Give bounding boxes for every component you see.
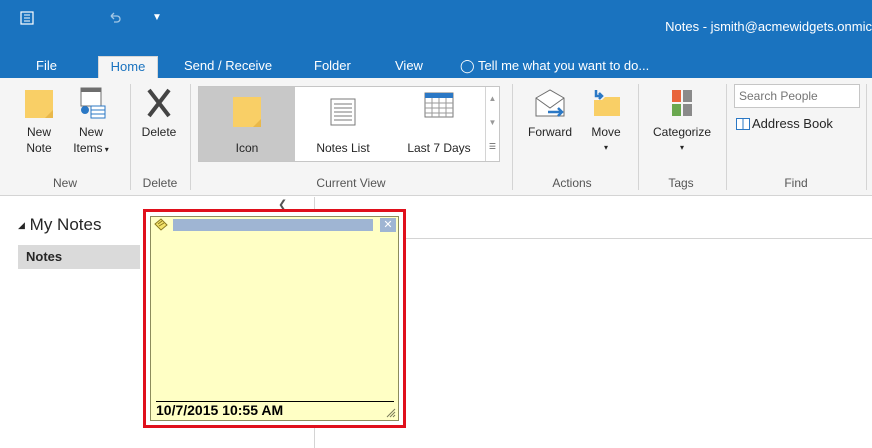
customize-icon[interactable]: ▼ <box>152 11 162 25</box>
gallery-scroll: ▲ ▼ ☰ <box>485 87 499 161</box>
address-book-icon <box>736 118 750 130</box>
view-icon-option[interactable]: Icon <box>199 87 295 161</box>
note-menu-icon[interactable] <box>153 218 169 232</box>
tab-send-receive[interactable]: Send / Receive <box>176 56 280 78</box>
window-title: Notes - jsmith@acmewidgets.onmic <box>665 19 872 34</box>
tab-view[interactable]: View <box>387 56 431 78</box>
categorize-icon <box>672 90 692 116</box>
sticky-note-icon <box>25 90 53 118</box>
forward-icon <box>535 89 565 117</box>
gallery-more-icon[interactable]: ☰ <box>486 135 499 159</box>
ribbon: New Note New Items ▾ New Delete Delete I… <box>0 78 872 196</box>
delete-button[interactable]: Delete <box>134 86 184 140</box>
view-last-7-days-label: Last 7 Days <box>407 141 471 155</box>
sticky-note-icon <box>233 97 261 127</box>
group-separator <box>130 84 131 190</box>
view-notes-list-label: Notes List <box>316 141 370 155</box>
group-separator <box>866 84 867 190</box>
sticky-note[interactable]: ✕ 10/7/2015 10:55 AM <box>150 216 399 421</box>
group-separator <box>726 84 727 190</box>
view-notes-list-option[interactable]: Notes List <box>295 87 391 161</box>
tab-home[interactable]: Home <box>98 56 158 78</box>
title-bar: ▼ Notes - jsmith@acmewidgets.onmic <box>0 0 872 52</box>
delete-x-icon <box>147 88 171 118</box>
undo-icon[interactable] <box>108 11 122 28</box>
tell-me-label: Tell me what you want to do... <box>477 58 650 73</box>
current-view-gallery: Icon Notes List Last 7 Days ▲ ▼ ☰ <box>198 86 500 162</box>
lightbulb-icon: ◯ <box>460 58 475 73</box>
note-highlight-frame: ✕ 10/7/2015 10:55 AM <box>143 209 406 428</box>
group-separator <box>190 84 191 190</box>
gallery-down-icon[interactable]: ▼ <box>486 111 499 135</box>
nav-item-notes[interactable]: Notes <box>18 245 140 269</box>
group-label-current-view: Current View <box>316 176 386 190</box>
move-folder-icon <box>594 90 620 116</box>
note-title-bar[interactable]: ✕ <box>151 217 398 233</box>
app-icon[interactable] <box>20 11 34 28</box>
group-label-new: New <box>52 176 77 190</box>
ribbon-tabs: File Home Send / Receive Folder View ◯ T… <box>0 52 872 78</box>
close-icon[interactable]: ✕ <box>380 218 396 232</box>
move-label: Move <box>591 125 621 139</box>
collapse-triangle-icon[interactable]: ◢ <box>18 220 25 230</box>
my-notes-header[interactable]: ◢ My Notes <box>18 215 101 235</box>
dropdown-arrow-icon: ▾ <box>679 143 684 152</box>
new-items-label-1: New <box>78 125 103 139</box>
address-book-label: Address Book <box>752 116 833 131</box>
tell-me-box[interactable]: ◯ Tell me what you want to do... <box>460 56 649 78</box>
forward-label: Forward <box>527 125 572 139</box>
new-note-label-1: New <box>26 125 51 139</box>
folder-pane: ◢ My Notes Notes <box>0 197 140 448</box>
group-label-tags: Tags <box>668 176 694 190</box>
delete-label: Delete <box>141 125 177 139</box>
new-items-label-2: Items <box>73 141 103 155</box>
group-label-actions: Actions <box>552 176 592 190</box>
group-separator <box>512 84 513 190</box>
dropdown-arrow-icon: ▾ <box>603 143 608 152</box>
gallery-up-icon[interactable]: ▲ <box>486 87 499 111</box>
view-last-7-days-option[interactable]: Last 7 Days <box>391 87 487 161</box>
tab-file[interactable]: File <box>28 56 65 78</box>
categorize-button[interactable]: Categorize ▾ <box>644 86 720 156</box>
note-timestamp: 10/7/2015 10:55 AM <box>156 401 394 418</box>
new-items-button[interactable]: New Items ▾ <box>68 86 114 158</box>
resize-grip-icon[interactable] <box>384 406 396 418</box>
address-book-button[interactable]: Address Book <box>736 116 833 132</box>
my-notes-label: My Notes <box>29 215 102 234</box>
move-button[interactable]: Move ▾ <box>584 86 628 156</box>
categorize-label: Categorize <box>652 125 712 139</box>
group-separator <box>638 84 639 190</box>
calendar-list-icon <box>424 92 454 118</box>
list-icon <box>330 98 356 126</box>
new-note-button[interactable]: New Note <box>22 86 56 156</box>
new-items-icon <box>80 87 106 119</box>
search-people-input[interactable] <box>734 84 860 108</box>
tab-folder[interactable]: Folder <box>306 56 359 78</box>
forward-button[interactable]: Forward <box>520 86 580 140</box>
note-drag-bar[interactable] <box>173 219 373 231</box>
view-icon-label: Icon <box>235 141 259 155</box>
group-label-find: Find <box>784 176 808 190</box>
new-note-label-2: Note <box>26 141 52 155</box>
group-label-delete: Delete <box>142 176 178 190</box>
dropdown-arrow-icon: ▾ <box>102 145 109 154</box>
